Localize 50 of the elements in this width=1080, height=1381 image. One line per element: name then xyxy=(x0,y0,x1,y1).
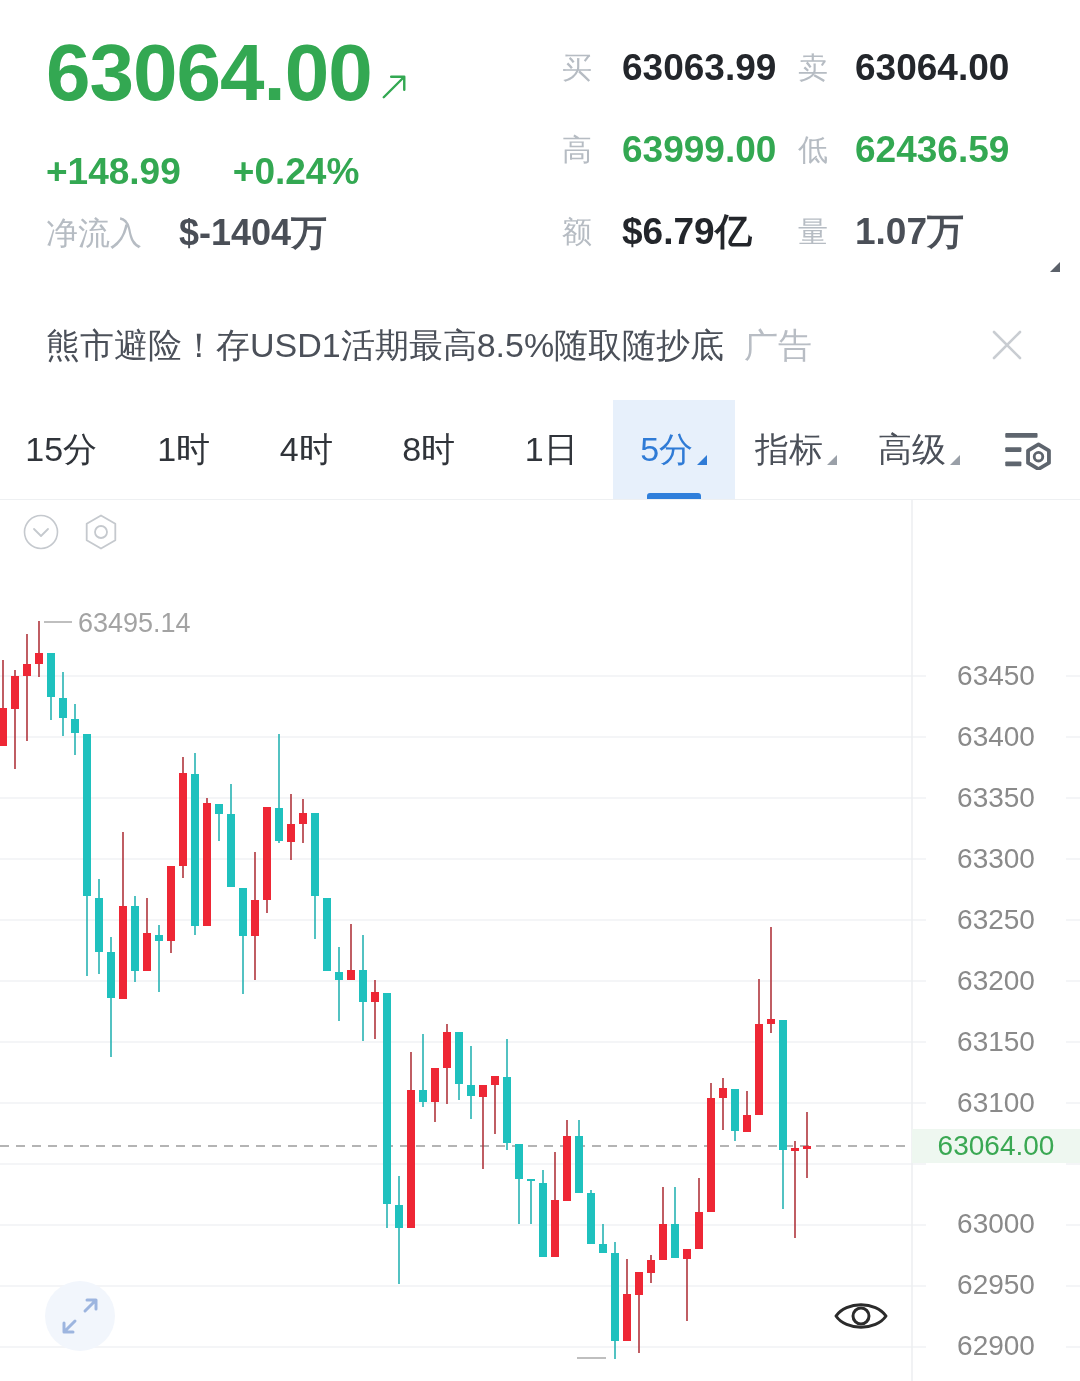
caret-icon xyxy=(827,454,838,465)
chevron-down-circle-icon[interactable] xyxy=(23,514,59,550)
axis-label: 63000 xyxy=(957,1207,1035,1241)
timeframe-tab[interactable]: 15分 xyxy=(0,400,123,499)
net-inflow-value: $-1404万 xyxy=(179,211,328,255)
net-inflow-label: 净流入 xyxy=(46,214,142,253)
stat-label: 高 xyxy=(562,132,592,168)
price-text: 63064.00 xyxy=(46,27,372,119)
ad-tag: 广告 xyxy=(744,323,813,367)
close-icon[interactable] xyxy=(992,330,1022,360)
ad-text[interactable]: 熊市避险！存USD1活期最高8.5%随取随抄底 xyxy=(46,323,725,367)
stat-value: 63999.00 xyxy=(622,128,777,172)
axis-label: 63150 xyxy=(957,1025,1035,1059)
settings-icon[interactable] xyxy=(83,514,119,550)
stat-label: 卖 xyxy=(798,50,828,86)
timeframe-tab[interactable]: 4时 xyxy=(245,400,368,499)
axis-label: 62950 xyxy=(957,1268,1035,1302)
expand-icon[interactable] xyxy=(45,1281,115,1351)
corner-triangle-icon[interactable] xyxy=(1050,262,1060,272)
stat-value: $6.79亿 xyxy=(622,210,752,254)
axis-label: 63200 xyxy=(957,964,1035,998)
stat-value: 63063.99 xyxy=(622,46,777,90)
caret-icon xyxy=(949,454,960,465)
change-percent-text: +0.24% xyxy=(232,150,360,194)
axis-label: 63300 xyxy=(957,842,1035,876)
chart-settings-icon[interactable] xyxy=(1005,432,1053,470)
timeframe-tab[interactable]: 8时 xyxy=(367,400,490,499)
stat-value: 63064.00 xyxy=(855,46,1010,90)
menu-button[interactable]: 高级 xyxy=(857,400,980,499)
timeframe-tab[interactable]: 1日 xyxy=(490,400,613,499)
timeframe-tab[interactable]: 5分 xyxy=(612,400,735,499)
high-price-label: 63495.14 xyxy=(78,607,191,640)
menu-button[interactable]: 指标 xyxy=(735,400,858,499)
stat-label: 买 xyxy=(562,50,592,86)
axis-label: 63350 xyxy=(957,781,1035,815)
axis-label: 63100 xyxy=(957,1086,1035,1120)
axis-label: 63250 xyxy=(957,903,1035,937)
axis-label: 63400 xyxy=(957,720,1035,754)
stat-value: 62436.59 xyxy=(855,128,1010,172)
high-leader-line xyxy=(43,621,73,623)
axis-label: 63450 xyxy=(957,659,1035,693)
stat-value: 1.07万 xyxy=(855,210,964,254)
timeframe-tab[interactable]: 1时 xyxy=(122,400,245,499)
axis-label: 62900 xyxy=(957,1329,1035,1363)
current-price-label: 63064.00 xyxy=(912,1129,1080,1163)
low-leader-line xyxy=(576,1357,607,1359)
change-text: +148.99 xyxy=(46,150,181,194)
stat-label: 低 xyxy=(798,132,828,168)
stat-label: 量 xyxy=(798,214,828,250)
stat-label: 额 xyxy=(562,214,592,250)
